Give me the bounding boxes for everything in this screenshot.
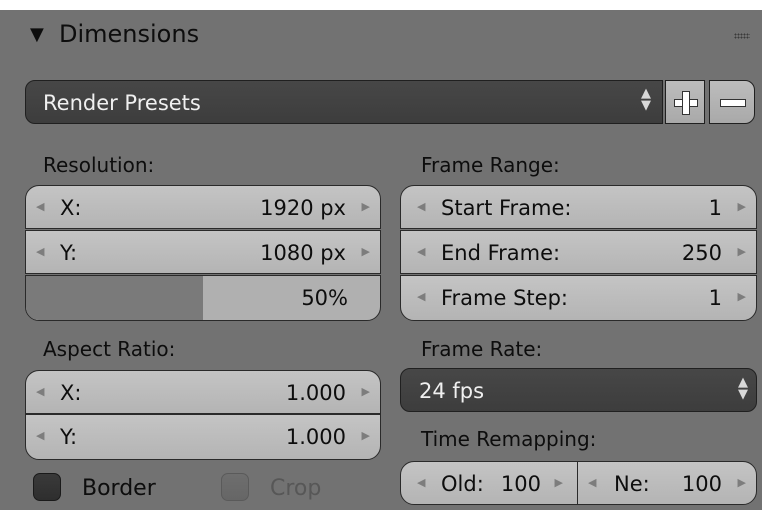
slider-fill [26,276,203,320]
crop-label[interactable]: Crop [270,476,321,501]
aspect-y-field[interactable]: ◀ Y: 1.000 ▶ [25,414,381,460]
increment-arrow-icon[interactable]: ▶ [738,476,746,489]
render-presets-label: Render Presets [43,91,201,115]
frame-rate-value: 24 fps [419,379,485,403]
field-label: Ne: [614,472,650,496]
field-value: 250 [681,241,722,265]
decrement-arrow-icon[interactable]: ◀ [417,290,425,303]
border-checkbox[interactable] [33,473,61,501]
updown-arrows-icon: ▲ ▼ [641,86,651,113]
increment-arrow-icon[interactable]: ▶ [362,200,370,213]
field-value: 1 [708,286,722,310]
render-presets-dropdown[interactable]: Render Presets [25,80,663,124]
increment-arrow-icon[interactable]: ▶ [362,385,370,398]
plus-icon-vertical [682,91,690,115]
field-value: 100 [681,472,722,496]
frame-rate-dropdown[interactable]: 24 fps ▲ ▼ [400,368,757,412]
frame-step-field[interactable]: ◀ Frame Step: 1 ▶ [400,275,757,321]
field-label: X: [60,381,82,405]
frame-range-label: Frame Range: [421,153,560,177]
field-value: 1.000 [285,425,346,449]
field-value: 100 [500,472,541,496]
decrement-arrow-icon[interactable]: ◀ [417,200,425,213]
field-label: Y: [60,425,78,449]
top-edge [0,0,762,10]
decrement-arrow-icon[interactable]: ◀ [417,245,425,258]
aspect-x-field[interactable]: ◀ X: 1.000 ▶ [25,370,381,414]
field-label: End Frame: [441,241,561,265]
panel-title: Dimensions [59,20,200,48]
updown-arrows-icon: ▲ ▼ [738,375,748,402]
slider-value: 50% [301,286,348,310]
triangle-down-icon[interactable]: ▼ [30,24,44,45]
minus-icon [720,99,746,107]
border-label[interactable]: Border [82,476,156,501]
increment-arrow-icon[interactable]: ▶ [362,245,370,258]
decrement-arrow-icon[interactable]: ◀ [36,245,44,258]
resolution-label: Resolution: [43,153,155,177]
remove-preset-button[interactable] [709,80,755,124]
resolution-x-field[interactable]: ◀ X: 1920 px ▶ [25,185,381,229]
resolution-percentage-slider[interactable]: 50% [25,275,381,321]
end-frame-field[interactable]: ◀ End Frame: 250 ▶ [400,230,757,274]
crop-checkbox[interactable] [221,473,249,501]
decrement-arrow-icon[interactable]: ◀ [36,429,44,442]
decrement-arrow-icon[interactable]: ◀ [417,476,425,489]
field-label: Old: [441,472,484,496]
time-remap-old-field[interactable]: ◀ Old: 100 ▶ [400,461,578,505]
increment-arrow-icon[interactable]: ▶ [738,245,746,258]
aspect-ratio-label: Aspect Ratio: [43,337,176,361]
time-remap-new-field[interactable]: ◀ Ne: 100 ▶ [577,461,757,505]
field-label: Y: [60,241,78,265]
start-frame-field[interactable]: ◀ Start Frame: 1 ▶ [400,185,757,229]
resolution-y-field[interactable]: ◀ Y: 1080 px ▶ [25,230,381,274]
increment-arrow-icon[interactable]: ▶ [555,476,563,489]
decrement-arrow-icon[interactable]: ◀ [588,476,596,489]
time-remapping-label: Time Remapping: [421,427,597,451]
field-value: 1.000 [285,381,346,405]
frame-rate-label: Frame Rate: [421,337,543,361]
field-label: Start Frame: [441,196,572,220]
field-value: 1 [708,196,722,220]
field-label: Frame Step: [441,286,568,310]
bottom-edge [0,510,762,521]
decrement-arrow-icon[interactable]: ◀ [36,385,44,398]
field-value: 1920 px [260,196,346,220]
increment-arrow-icon[interactable]: ▶ [362,429,370,442]
increment-arrow-icon[interactable]: ▶ [738,200,746,213]
field-value: 1080 px [260,241,346,265]
add-preset-button[interactable] [665,80,705,124]
field-label: X: [60,196,82,220]
decrement-arrow-icon[interactable]: ◀ [36,200,44,213]
drag-grip-icon[interactable] [734,33,750,39]
increment-arrow-icon[interactable]: ▶ [738,290,746,303]
